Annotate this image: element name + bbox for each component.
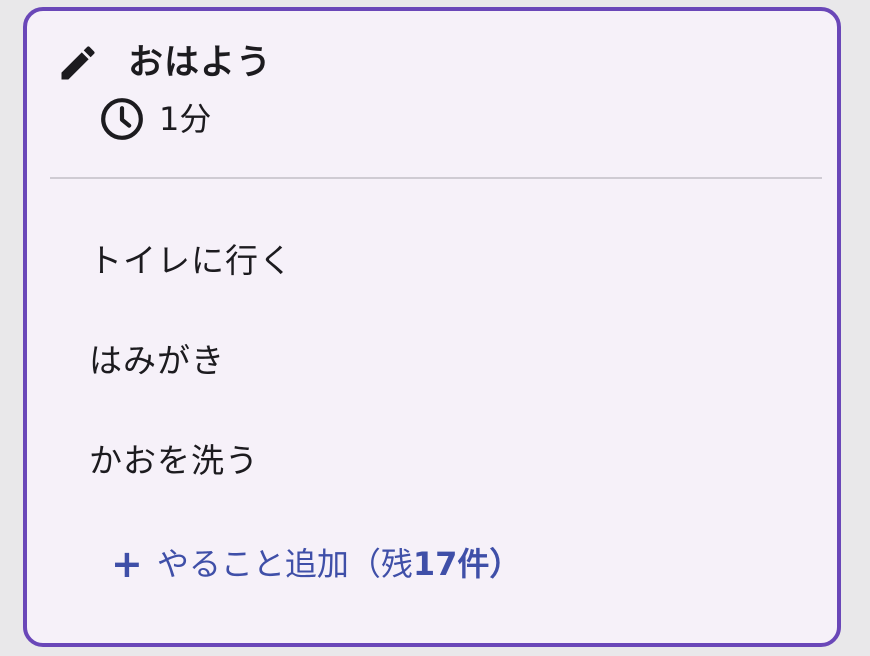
add-task-label: やること追加（残 [156,545,413,583]
routine-card: おはよう 1分 トイレに行く はみがき かおを洗う + やること追加（残 17 件） [23,7,841,647]
routine-duration: 1分 [98,95,211,143]
edit-button[interactable] [56,41,100,85]
duration-text: 1分 [159,100,212,138]
remaining-suffix: 件） [457,545,522,583]
routine-title: おはよう [128,43,273,83]
divider [50,177,822,179]
clock-icon [101,98,143,140]
task-item[interactable]: はみがき [89,339,225,383]
plus-icon: + [111,542,143,586]
pencil-icon [61,46,95,80]
remaining-count: 17 [412,545,458,583]
add-task-button[interactable]: + やること追加（残 17 件） [111,542,521,586]
task-item[interactable]: かおを洗う [89,439,259,483]
task-item[interactable]: トイレに行く [89,239,293,283]
